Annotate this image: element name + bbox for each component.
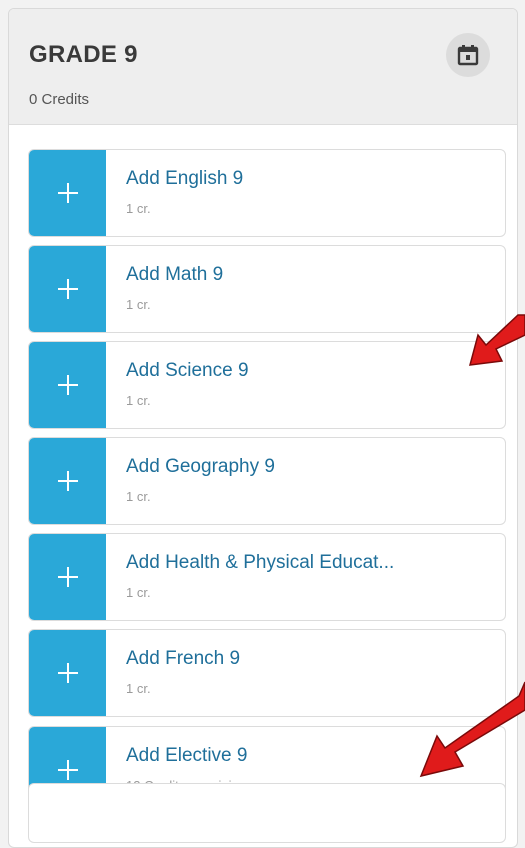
annotation-arrow-icon: [419, 681, 525, 778]
next-course-item-partial: [28, 783, 506, 843]
course-credits: 1 cr.: [126, 297, 151, 312]
credits-count: 0 Credits: [29, 91, 90, 108]
plus-icon: [29, 342, 106, 428]
course-label: Add Science 9: [126, 360, 249, 381]
plus-icon: [29, 438, 106, 524]
annotation-arrow-icon: [468, 314, 525, 366]
course-credits: 1 cr.: [126, 585, 151, 600]
course-label: Add French 9: [126, 648, 241, 669]
course-label: Add Math 9: [126, 264, 224, 285]
course-credits: 1 cr.: [126, 201, 151, 216]
course-credits: 1 cr.: [126, 681, 151, 696]
course-credits: 1 cr.: [126, 489, 151, 504]
plus-icon: [29, 246, 106, 332]
add-science-9-button[interactable]: Add Science 9 1 cr.: [28, 341, 506, 429]
panel-header: GRADE 9 0 Credits: [9, 9, 517, 125]
grade-title: GRADE 9: [29, 41, 138, 68]
calendar-icon: [457, 45, 479, 66]
calendar-button[interactable]: [446, 33, 490, 77]
add-health-physical-education-button[interactable]: Add Health & Physical Educat... 1 cr.: [28, 533, 506, 621]
plus-icon: [29, 630, 106, 716]
plus-icon: [29, 150, 106, 236]
add-math-9-button[interactable]: Add Math 9 1 cr.: [28, 245, 506, 333]
course-credits: 1 cr.: [126, 393, 151, 408]
plus-icon: [29, 534, 106, 620]
course-label: Add Elective 9: [126, 745, 248, 766]
course-label: Add English 9: [126, 168, 244, 189]
course-label: Add Health & Physical Educat...: [126, 552, 395, 573]
add-english-9-button[interactable]: Add English 9 1 cr.: [28, 149, 506, 237]
course-label: Add Geography 9: [126, 456, 275, 477]
add-geography-9-button[interactable]: Add Geography 9 1 cr.: [28, 437, 506, 525]
